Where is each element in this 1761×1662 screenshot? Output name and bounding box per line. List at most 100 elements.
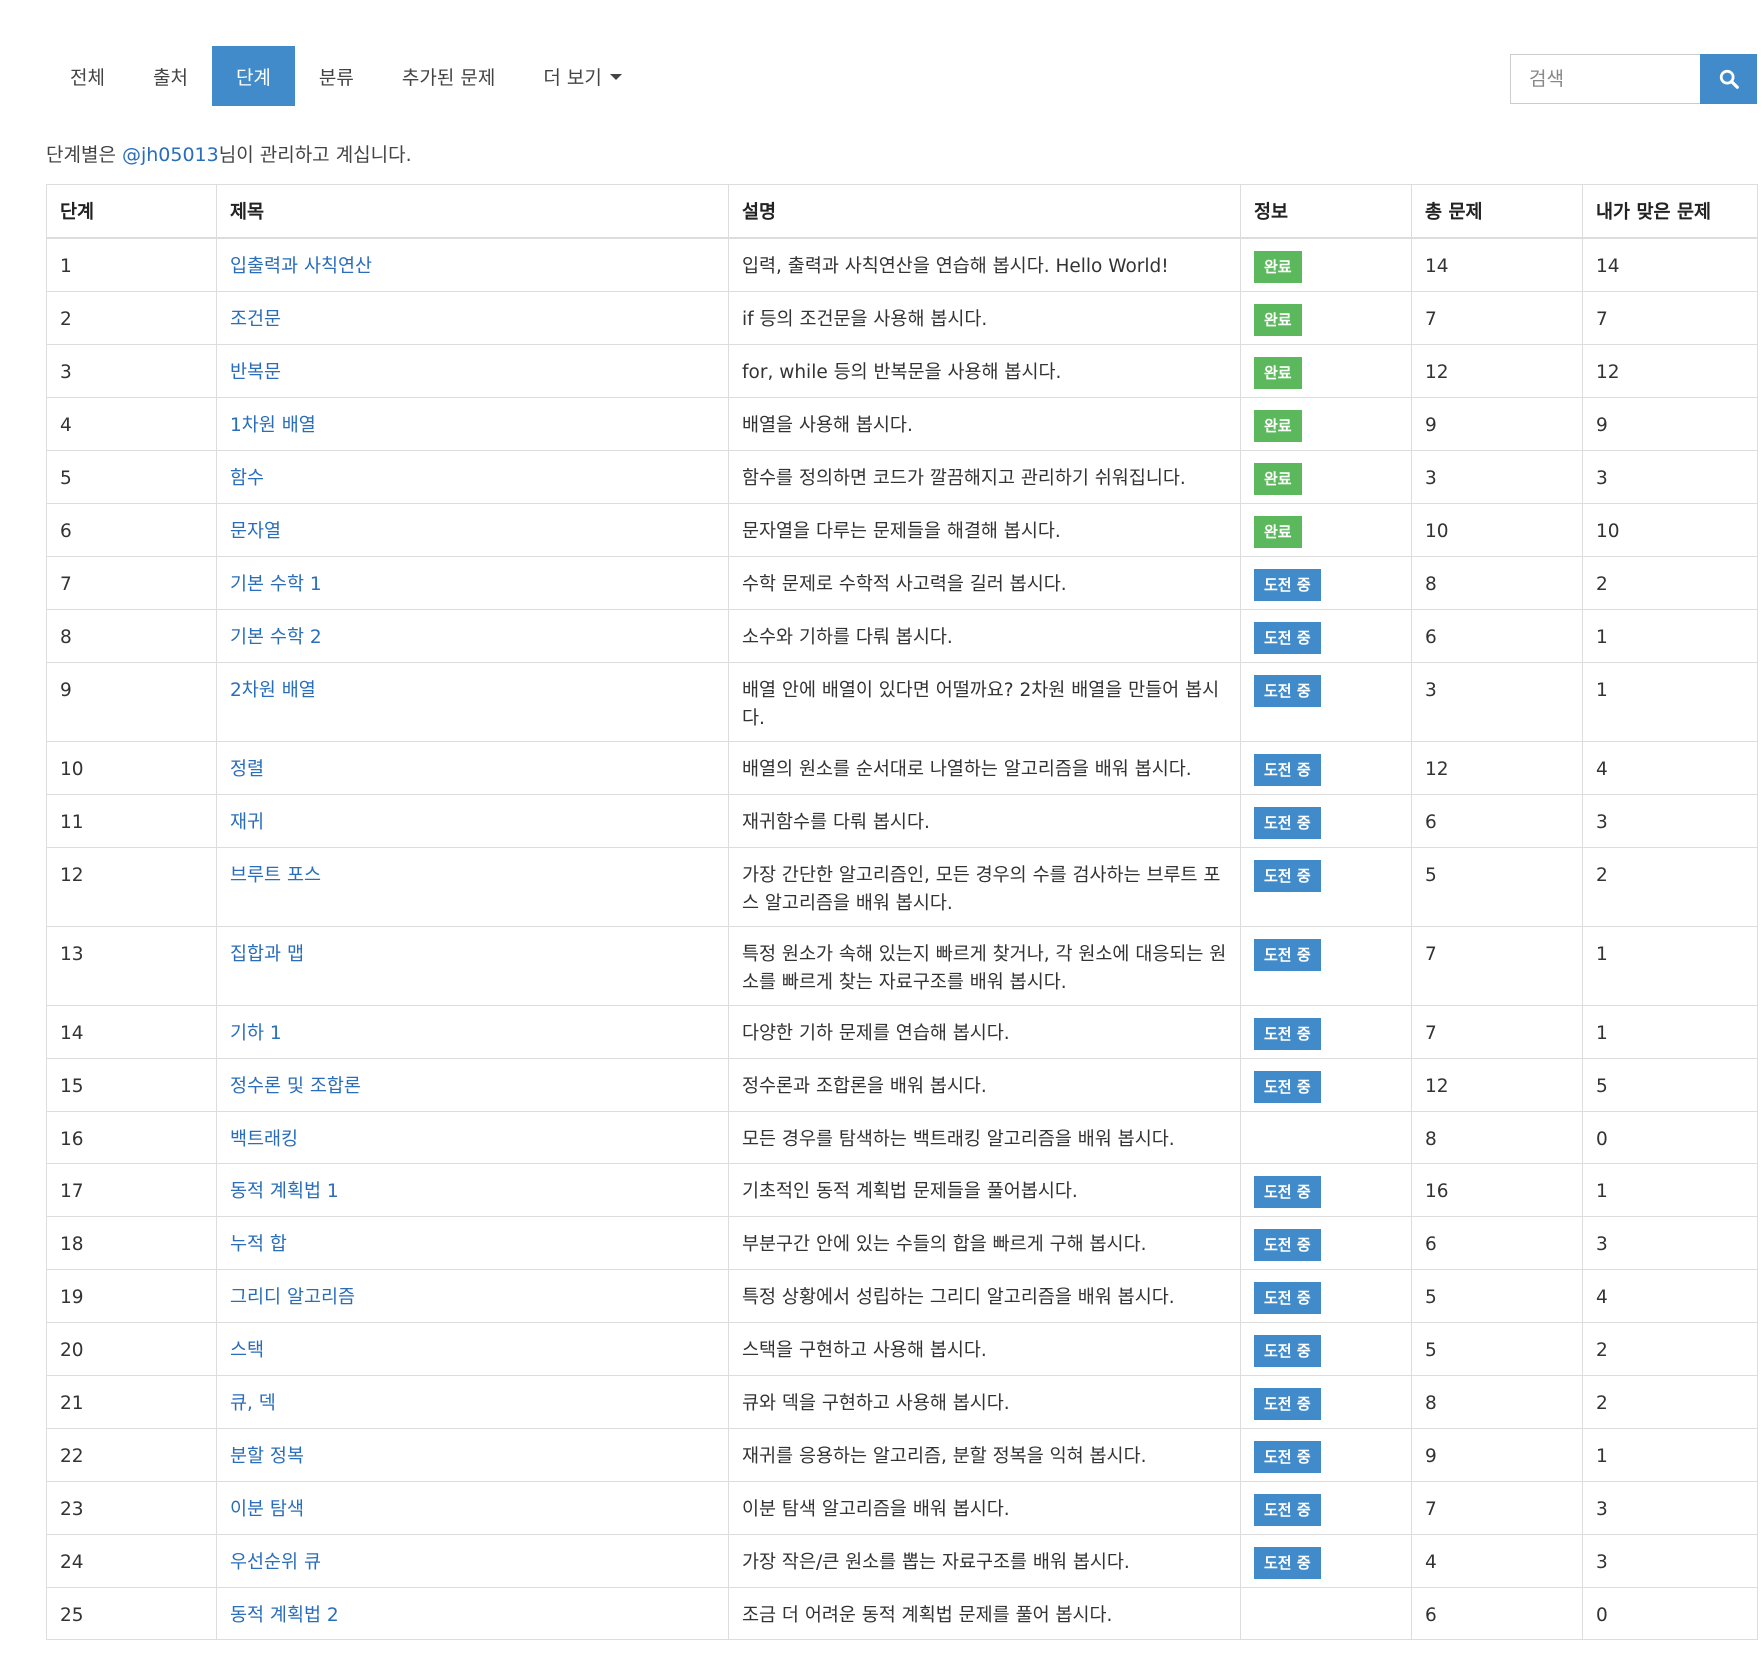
step-title-link[interactable]: 우선순위 큐: [230, 1552, 321, 1573]
total-problems: 12: [1425, 362, 1449, 383]
step-title-link[interactable]: 정렬: [230, 759, 264, 780]
search-input[interactable]: [1510, 54, 1700, 104]
total-problems-cell: 10: [1411, 503, 1583, 557]
table-row: 5 함수 함수를 정의하면 코드가 깔끔해지고 관리하기 쉬워집니다. 완료 3 3: [46, 450, 1758, 504]
step-title-link[interactable]: 입출력과 사칙연산: [230, 256, 372, 277]
solved-problems: 2: [1596, 1340, 1608, 1361]
total-problems: 6: [1425, 812, 1437, 833]
step-description-cell: 가장 작은/큰 원소를 뽑는 자료구조를 배워 봅시다.: [728, 1534, 1241, 1588]
step-number: 19: [60, 1287, 84, 1308]
step-title-link[interactable]: 스택: [230, 1340, 264, 1361]
tab-category[interactable]: 분류: [295, 46, 378, 106]
step-description: 재귀함수를 다뤄 봅시다.: [742, 812, 930, 833]
total-problems-cell: 7: [1411, 1481, 1583, 1535]
step-title-cell: 브루트 포스: [216, 847, 729, 927]
step-number-cell: 3: [46, 344, 217, 398]
solved-problems: 3: [1596, 1499, 1608, 1520]
step-title-link[interactable]: 재귀: [230, 812, 264, 833]
step-title-link[interactable]: 문자열: [230, 521, 281, 542]
step-title-link[interactable]: 조건문: [230, 309, 281, 330]
tab-step[interactable]: 단계: [211, 46, 295, 106]
step-title-link[interactable]: 정수론 및 조합론: [230, 1076, 361, 1097]
tab-more-dropdown[interactable]: 더 보기: [519, 46, 645, 106]
step-status-cell: 도전 중: [1240, 1375, 1412, 1429]
tab-all[interactable]: 전체: [46, 46, 129, 106]
solved-problems: 1: [1596, 627, 1608, 648]
step-title-link[interactable]: 동적 계획법 1: [230, 1181, 339, 1202]
table-row: 17 동적 계획법 1 기초적인 동적 계획법 문제들을 풀어봅시다. 도전 중 16 1: [46, 1163, 1758, 1217]
header-description: 설명: [728, 184, 1241, 239]
step-title-link[interactable]: 그리디 알고리즘: [230, 1287, 355, 1308]
total-problems-cell: 5: [1411, 1322, 1583, 1376]
status-badge-trying: 도전 중: [1254, 1229, 1321, 1261]
step-title-link[interactable]: 이분 탐색: [230, 1499, 304, 1520]
solved-problems-cell: 3: [1582, 1481, 1758, 1535]
solved-problems-cell: 9: [1582, 397, 1758, 451]
step-title-link[interactable]: 1차원 배열: [230, 415, 316, 436]
status-badge-done: 완료: [1254, 357, 1302, 389]
status-badge-trying: 도전 중: [1254, 1071, 1321, 1103]
solved-problems-cell: 1: [1582, 926, 1758, 1006]
step-title-link[interactable]: 백트래킹: [230, 1129, 298, 1150]
step-number-cell: 20: [46, 1322, 217, 1376]
status-badge-trying: 도전 중: [1254, 1282, 1321, 1314]
solved-problems-cell: 3: [1582, 1216, 1758, 1270]
solved-problems-cell: 2: [1582, 1322, 1758, 1376]
total-problems-cell: 5: [1411, 1269, 1583, 1323]
step-number-cell: 14: [46, 1005, 217, 1059]
step-description: 문자열을 다루는 문제들을 해결해 봅시다.: [742, 521, 1061, 542]
solved-problems-cell: 1: [1582, 1163, 1758, 1217]
tab-added-problems[interactable]: 추가된 문제: [378, 46, 519, 106]
step-title-link[interactable]: 기본 수학 1: [230, 574, 322, 595]
total-problems-cell: 12: [1411, 344, 1583, 398]
step-title-link[interactable]: 2차원 배열: [230, 680, 316, 701]
step-title-link[interactable]: 기본 수학 2: [230, 627, 322, 648]
total-problems: 6: [1425, 627, 1437, 648]
table-row: 7 기본 수학 1 수학 문제로 수학적 사고력을 길러 봅시다. 도전 중 8 2: [46, 556, 1758, 610]
table-row: 1 입출력과 사칙연산 입력, 출력과 사칙연산을 연습해 봅시다. Hello W…: [46, 237, 1758, 292]
step-number: 22: [60, 1446, 84, 1467]
step-description-cell: 입력, 출력과 사칙연산을 연습해 봅시다. Hello World!: [728, 237, 1241, 292]
step-title-link[interactable]: 큐, 덱: [230, 1393, 276, 1414]
total-problems: 5: [1425, 1340, 1437, 1361]
step-number: 14: [60, 1023, 84, 1044]
step-title-link[interactable]: 함수: [230, 468, 264, 489]
step-title-link[interactable]: 집합과 맵: [230, 944, 304, 965]
solved-problems: 9: [1596, 415, 1608, 436]
solved-problems: 3: [1596, 468, 1608, 489]
step-status-cell: 도전 중: [1240, 1481, 1412, 1535]
step-description: 특정 원소가 속해 있는지 빠르게 찾거나, 각 원소에 대응되는 원소를 빠르…: [742, 944, 1227, 993]
step-description-cell: for, while 등의 반복문을 사용해 봅시다.: [728, 344, 1241, 398]
step-title-link[interactable]: 기하 1: [230, 1023, 282, 1044]
tab-source[interactable]: 출처: [129, 46, 212, 106]
status-badge-done: 완료: [1254, 251, 1302, 283]
table-row: 12 브루트 포스 가장 간단한 알고리즘인, 모든 경우의 수를 검사하는 브루트…: [46, 847, 1758, 927]
status-badge-trying: 도전 중: [1254, 1335, 1321, 1367]
step-title-link[interactable]: 동적 계획법 2: [230, 1605, 339, 1626]
step-title-link[interactable]: 분할 정복: [230, 1446, 304, 1467]
step-number-cell: 12: [46, 847, 217, 927]
status-badge-trying: 도전 중: [1254, 675, 1321, 707]
step-status-cell: 도전 중: [1240, 1428, 1412, 1482]
solved-problems-cell: 1: [1582, 609, 1758, 663]
total-problems: 3: [1425, 468, 1437, 489]
step-description: 이분 탐색 알고리즘을 배워 봅시다.: [742, 1499, 1010, 1520]
header-step: 단계: [46, 184, 217, 239]
table-row: 24 우선순위 큐 가장 작은/큰 원소를 뽑는 자료구조를 배워 봅시다. 도전 중…: [46, 1534, 1758, 1588]
search-button[interactable]: [1700, 54, 1757, 104]
step-description: 정수론과 조합론을 배워 봅시다.: [742, 1076, 987, 1097]
step-description-cell: 특정 상황에서 성립하는 그리디 알고리즘을 배워 봅시다.: [728, 1269, 1241, 1323]
step-number: 7: [60, 574, 72, 595]
step-description: if 등의 조건문을 사용해 봅시다.: [742, 309, 988, 330]
step-title-link[interactable]: 브루트 포스: [230, 865, 321, 886]
step-number: 23: [60, 1499, 84, 1520]
total-problems: 7: [1425, 944, 1437, 965]
step-title-link[interactable]: 반복문: [230, 362, 281, 383]
step-status-cell: 완료: [1240, 237, 1412, 292]
table-row: 9 2차원 배열 배열 안에 배열이 있다면 어떨까요? 2차원 배열을 만들어 봅…: [46, 662, 1758, 742]
table-row: 4 1차원 배열 배열을 사용해 봅시다. 완료 9 9: [46, 397, 1758, 451]
maintainer-user-link[interactable]: @jh05013: [122, 144, 219, 166]
step-description: 함수를 정의하면 코드가 깔끔해지고 관리하기 쉬워집니다.: [742, 468, 1186, 489]
step-title-link[interactable]: 누적 합: [230, 1234, 287, 1255]
total-problems: 5: [1425, 865, 1437, 886]
